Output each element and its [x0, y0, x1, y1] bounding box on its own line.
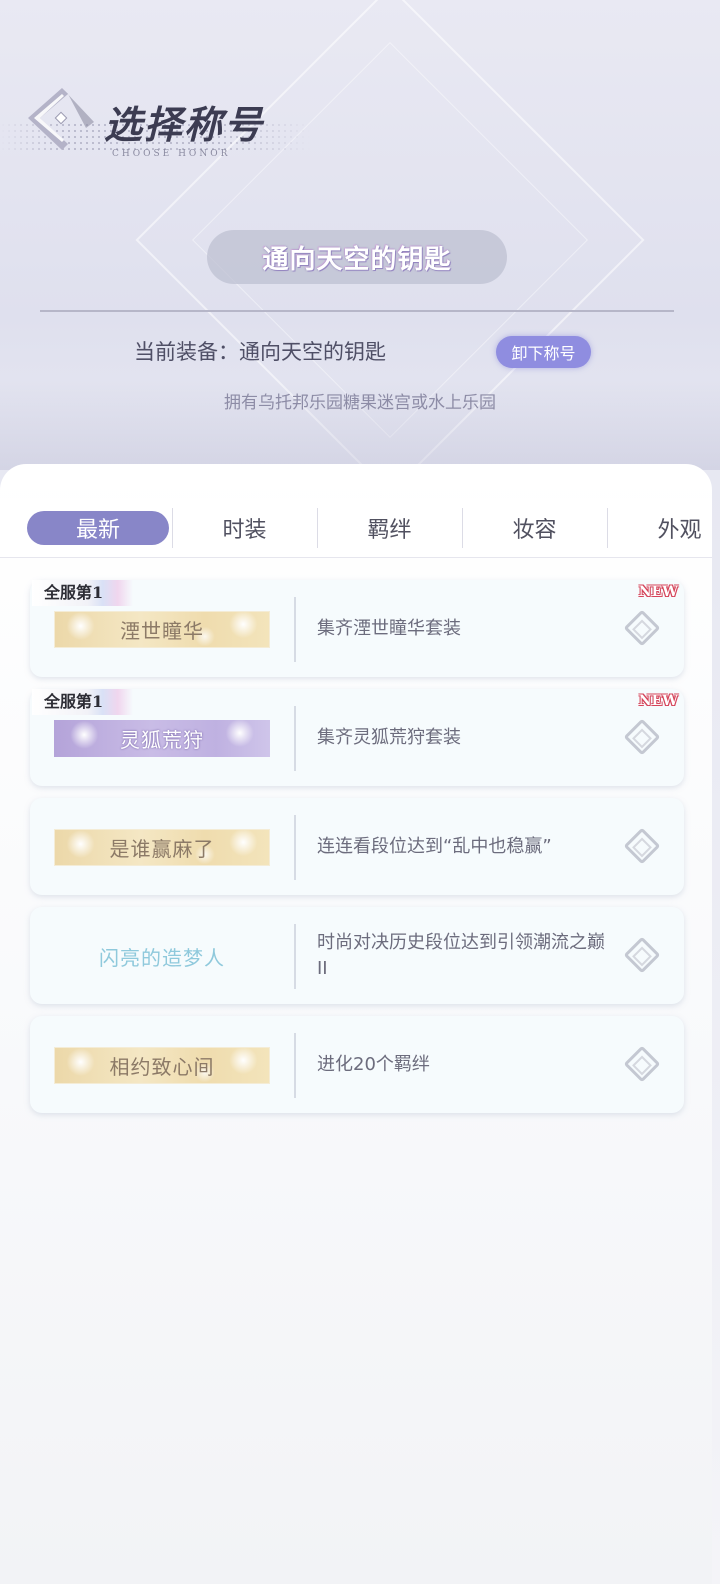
title-plate: 灵狐荒狩: [54, 720, 270, 757]
card-separator: [294, 924, 296, 989]
tab-makeup[interactable]: 妆容: [462, 498, 607, 557]
title-description: 进化20个羁绊: [317, 1053, 430, 1075]
title-card[interactable]: 相约致心间 进化20个羁绊: [30, 1016, 684, 1113]
card-separator: [294, 597, 296, 662]
title-plate: 相约致心间: [54, 1047, 270, 1084]
card-separator: [294, 706, 296, 771]
tab-appearance[interactable]: 外观: [607, 498, 712, 557]
back-button[interactable]: [24, 88, 94, 158]
page-title: 选择称号: [104, 102, 265, 147]
tab-latest[interactable]: 最新: [0, 498, 172, 557]
title-block: 选择称号 CHOOSE HONOR: [104, 94, 264, 159]
tab-fashion[interactable]: 时装: [172, 498, 317, 557]
title-card[interactable]: 全服第1 NEW 灵狐荒狩 集齐灵狐荒狩套装: [30, 689, 684, 786]
select-diamond-icon[interactable]: [623, 827, 661, 865]
page-subtitle: CHOOSE HONOR: [112, 149, 231, 159]
title-description: 集齐湮世瞳华套装: [317, 617, 461, 639]
tab-bar: 最新 时装 羁绊 妆容 外观: [0, 498, 712, 558]
select-diamond-icon[interactable]: [623, 609, 661, 647]
back-arrow-icon: [28, 88, 94, 150]
unequip-button[interactable]: 卸下称号: [496, 336, 591, 368]
select-diamond-icon[interactable]: [623, 1045, 661, 1083]
equip-description: 拥有乌托邦乐园糖果迷宫或水上乐园: [224, 393, 496, 413]
tab-label: 外观: [657, 517, 702, 543]
select-diamond-icon[interactable]: [623, 936, 661, 974]
current-title-display: 通向天空的钥匙: [207, 230, 507, 284]
new-tag: NEW: [638, 693, 678, 709]
title-card[interactable]: 闪亮的造梦人 时尚对决历史段位达到引领潮流之巅 II: [30, 907, 684, 1004]
card-separator: [294, 815, 296, 880]
new-tag: NEW: [638, 584, 678, 600]
title-list: 全服第1 NEW 湮世瞳华 集齐湮世瞳华套装 全服第1 NEW 灵狐荒狩 集齐灵…: [30, 580, 684, 1125]
rank-badge: 全服第1: [32, 580, 134, 606]
title-card[interactable]: 全服第1 NEW 湮世瞳华 集齐湮世瞳华套装: [30, 580, 684, 677]
title-description: 连连看段位达到“乱中也稳赢”: [317, 835, 552, 857]
title-plate: 湮世瞳华: [54, 611, 270, 648]
title-plate: 是谁赢麻了: [54, 829, 270, 866]
title-card[interactable]: 是谁赢麻了 连连看段位达到“乱中也稳赢”: [30, 798, 684, 895]
select-diamond-icon[interactable]: [623, 718, 661, 756]
tab-label: 最新: [27, 510, 169, 545]
equip-label: 当前装备：通向天空的钥匙: [134, 340, 386, 364]
tab-label: 妆容: [512, 517, 557, 543]
title-description: 集齐灵狐荒狩套装: [317, 726, 461, 748]
rank-badge: 全服第1: [32, 689, 134, 715]
title-description: 时尚对决历史段位达到引领潮流之巅 II: [317, 931, 605, 979]
tab-bond[interactable]: 羁绊: [317, 498, 462, 557]
title-plate: 闪亮的造梦人: [99, 946, 225, 970]
tab-label: 羁绊: [367, 517, 412, 543]
divider: [40, 310, 674, 312]
tab-label: 时装: [222, 517, 267, 543]
card-separator: [294, 1033, 296, 1098]
